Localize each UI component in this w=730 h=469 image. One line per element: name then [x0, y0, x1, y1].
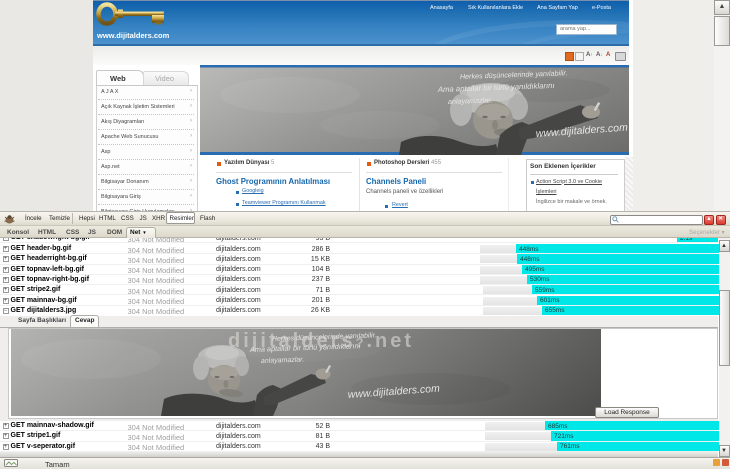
svg-text:anlayamazlar.: anlayamazlar.	[448, 95, 493, 106]
